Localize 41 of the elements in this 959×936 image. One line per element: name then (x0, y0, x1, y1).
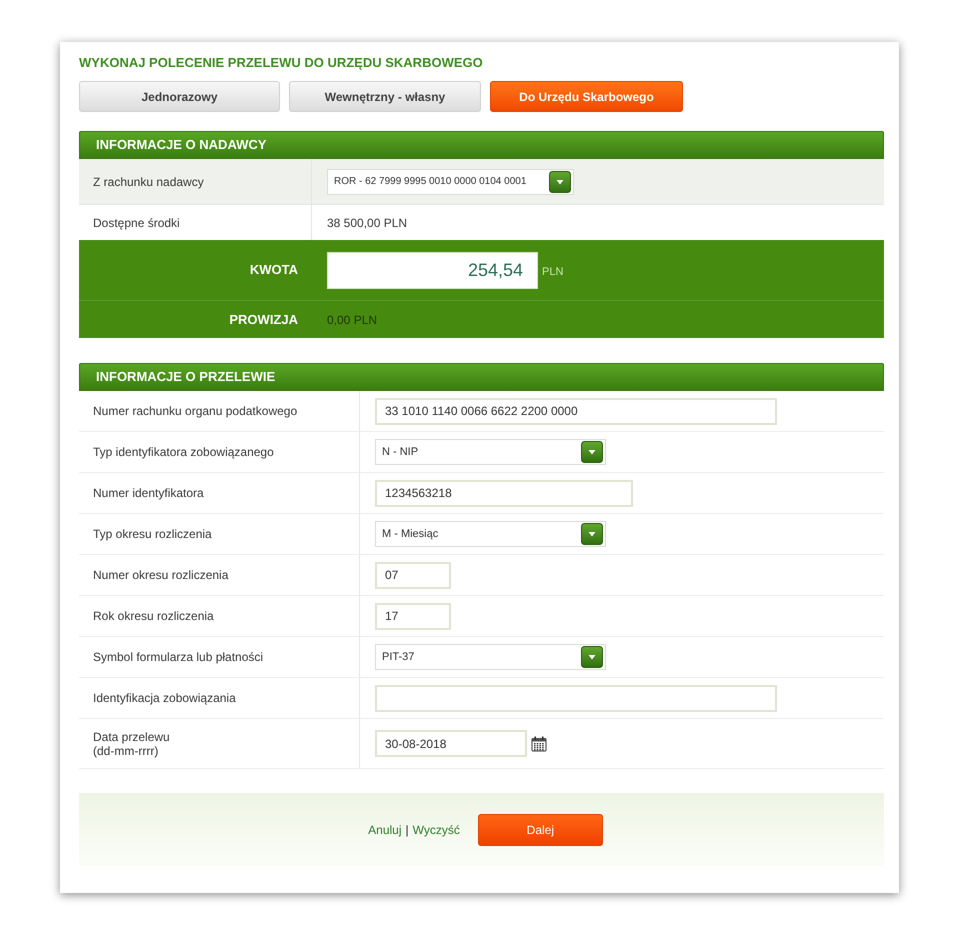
tab[interactable]: Jednorazowy (79, 81, 280, 112)
field-label: Data przelewu (93, 730, 170, 744)
field-label: Numer identyfikatora (93, 486, 204, 500)
amount-label: KWOTA (250, 261, 298, 280)
commission-label: PROWIZJA (229, 310, 298, 329)
select-field[interactable]: ROR - 62 7999 9995 0010 0000 0104 0001 (327, 168, 574, 194)
select-field[interactable]: M - Miesiąc (375, 521, 606, 547)
field-label: Typ identyfikatora zobowiązanego (93, 445, 274, 459)
text-field[interactable]: 33 1010 1140 0066 6622 2200 0000 (375, 398, 777, 424)
field-label: Identyfikacja zobowiązania (93, 691, 236, 705)
link-separator: | (406, 822, 409, 838)
field-label: Numer okresu rozliczenia (93, 568, 228, 582)
date-field[interactable]: 30-08-2018 (375, 730, 527, 757)
currency-label: PLN (542, 264, 564, 280)
dropdown-caret-icon[interactable] (581, 441, 603, 463)
field-label: Numer rachunku organu podatkowego (93, 404, 298, 418)
select-field[interactable]: PIT-37 (375, 644, 606, 670)
tab[interactable]: Wewnętrzny - własny (289, 81, 481, 112)
field-label: Z rachunku nadawcy (93, 174, 204, 190)
section-header: INFORMACJE O PRZELEWIE (79, 363, 884, 391)
calendar-icon[interactable] (531, 736, 547, 752)
field-label: Rok okresu rozliczenia (93, 609, 214, 623)
text-field[interactable] (375, 684, 777, 712)
dropdown-caret-icon[interactable] (549, 170, 571, 192)
field-value: 38 500,00 PLN (327, 214, 408, 232)
format-hint: (dd-mm-rrrr) (93, 744, 158, 758)
text-field[interactable]: 07 (375, 562, 451, 588)
select-field[interactable]: N - NIP (375, 439, 606, 465)
page-title: WYKONAJ POLECENIE PRZELEWU DO URZĘDU SKARBOWEGO (79, 55, 483, 71)
section-header: INFORMACJE O NADAWCY (79, 131, 884, 159)
field-label: Typ okresu rozliczenia (93, 527, 212, 541)
text-field[interactable]: 1234563218 (375, 480, 633, 506)
cancel-link[interactable]: Anuluj (368, 820, 402, 838)
dropdown-caret-icon[interactable] (581, 646, 603, 668)
amount-field[interactable]: 254,54 (327, 252, 538, 288)
field-label: Dostępne środki (93, 214, 180, 232)
field-label: Symbol formularza lub płatności (93, 650, 264, 664)
commission-value: 0,00 PLN (327, 312, 378, 328)
clear-link[interactable]: Wyczyść (412, 820, 460, 838)
text-field[interactable]: 17 (375, 602, 451, 630)
dropdown-caret-icon[interactable] (581, 523, 603, 545)
